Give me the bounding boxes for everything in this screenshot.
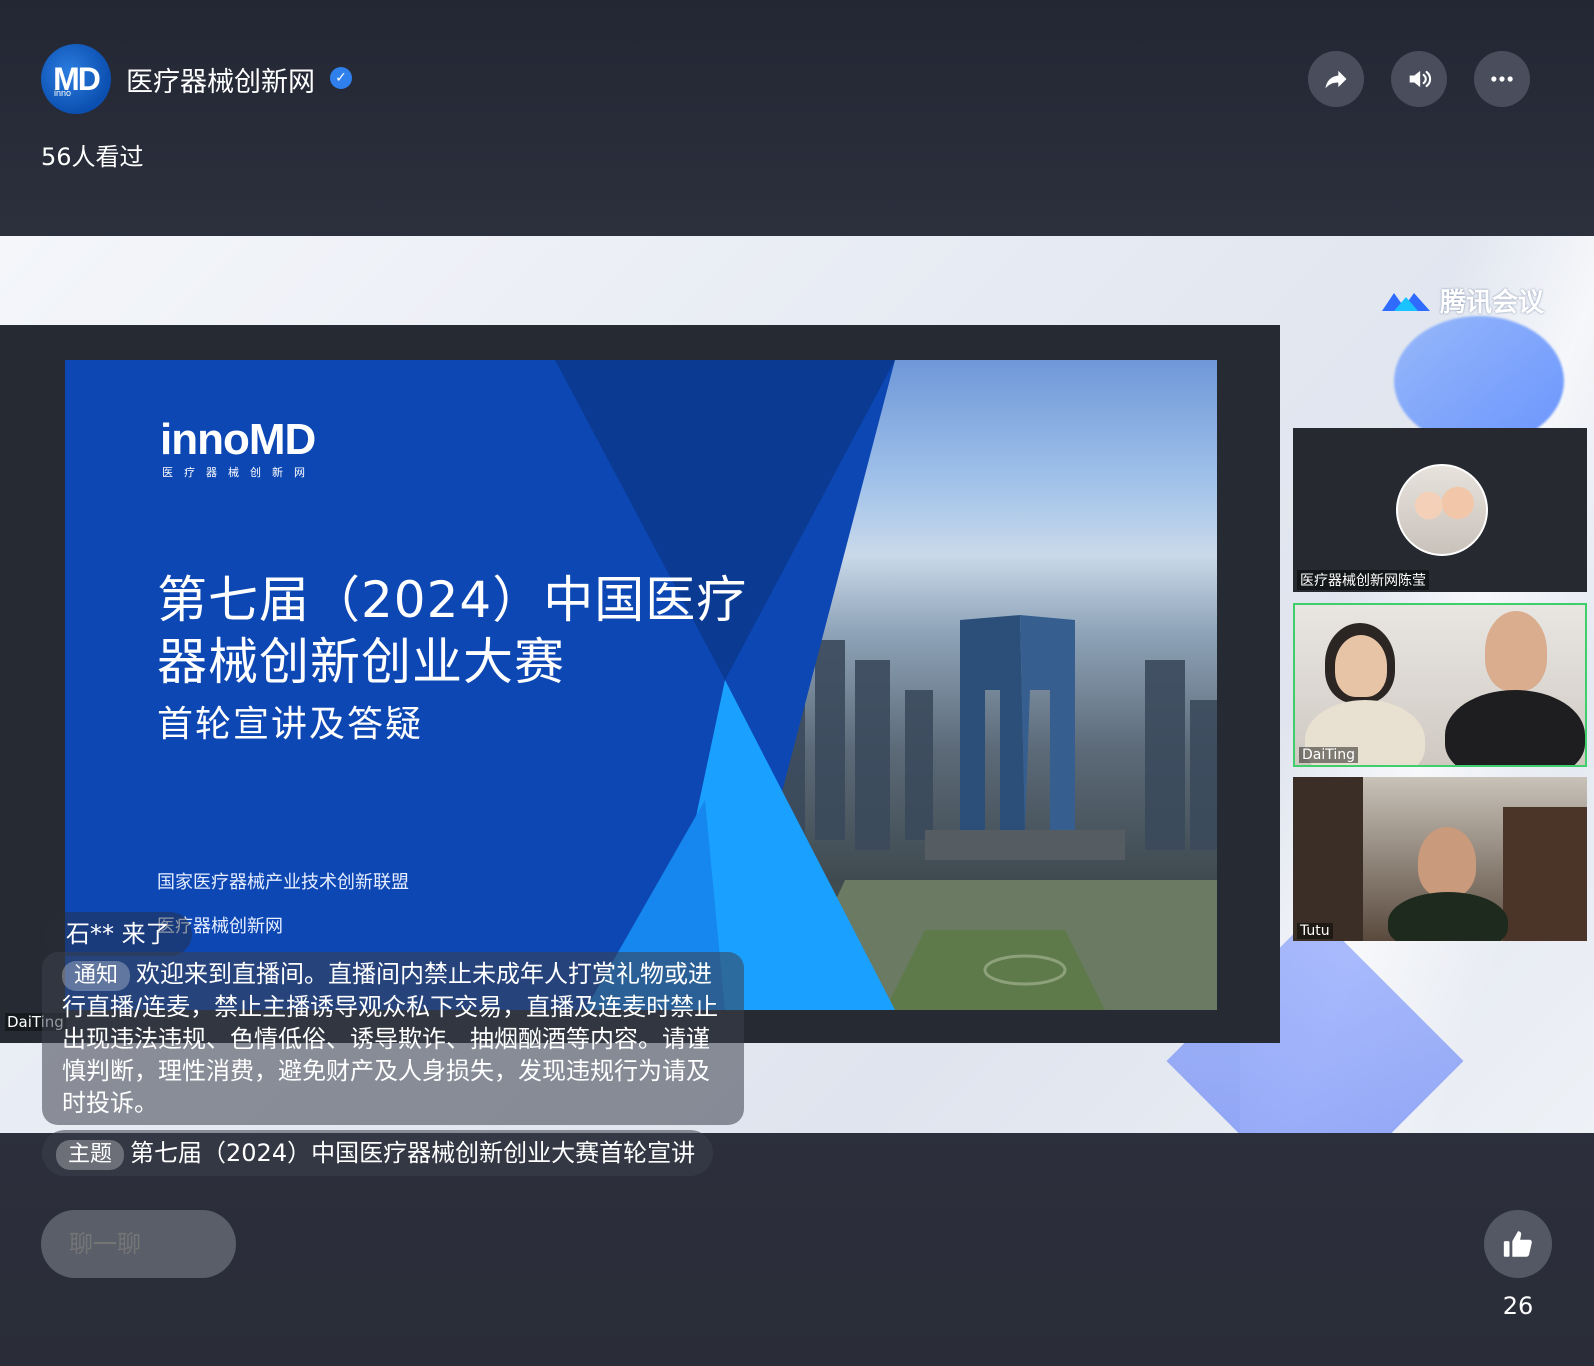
slide-subtitle: 首轮宣讲及答疑 (157, 704, 424, 745)
system-notice: 通知 欢迎来到直播间。直播间内禁止未成年人打赏礼物或进行直播/连麦，禁止主播诱导观… (42, 952, 744, 1125)
participant-tile[interactable]: Tutu (1293, 777, 1587, 941)
verified-icon: ✓ (330, 67, 352, 89)
participant-name: 医疗器械创新网陈莹 (1297, 570, 1429, 590)
participant-name: Tutu (1297, 923, 1333, 939)
more-button[interactable] (1474, 51, 1530, 107)
participant-video-person (1485, 611, 1547, 691)
viewer-count: 56人看过 (41, 143, 144, 171)
share-icon (1325, 70, 1347, 89)
avatar (1396, 464, 1488, 556)
background-decoration (1394, 316, 1564, 446)
more-icon (1491, 76, 1513, 82)
chat-input[interactable] (41, 1210, 236, 1278)
volume-button[interactable] (1391, 51, 1447, 107)
notice-tag: 通知 (62, 961, 131, 991)
slide-logo-sub: 医疗器械创新网 (162, 466, 316, 479)
tencent-meeting-logo-icon (1382, 292, 1430, 311)
channel-name[interactable]: 医疗器械创新网 (126, 60, 315, 99)
topic-text: 第七届（2024）中国医疗器械创新创业大赛首轮宣讲 (130, 1139, 696, 1167)
slide-organizer: 国家医疗器械产业技术创新联盟 (157, 872, 409, 893)
like-count: 26 (1502, 1292, 1534, 1320)
presentation-slide: innoMD 医疗器械创新网 第七届（2024）中国医疗 器械创新创业大赛 首轮… (65, 360, 1217, 1010)
participant-video-person (1335, 635, 1387, 697)
join-message: 石** 来了 (44, 912, 192, 956)
participant-tile-speaking[interactable]: DaiTing (1293, 603, 1587, 767)
slide-title-line2: 器械创新创业大赛 (157, 633, 565, 691)
watermark-text: 腾讯会议 (1440, 288, 1545, 318)
screen-share[interactable]: innoMD 医疗器械创新网 第七届（2024）中国医疗 器械创新创业大赛 首轮… (0, 325, 1280, 1043)
like-button[interactable] (1484, 1210, 1552, 1278)
participant-video-person (1445, 690, 1585, 765)
participant-tile[interactable]: 医疗器械创新网陈莹 (1293, 428, 1587, 592)
share-button[interactable] (1308, 51, 1364, 107)
slide-logo: innoMD (160, 415, 316, 464)
participant-video-person (1418, 827, 1476, 897)
participant-video-person (1293, 777, 1363, 941)
volume-icon (1409, 70, 1432, 88)
participant-video-person (1388, 892, 1508, 941)
tencent-meeting-watermark: 腾讯会议 (1378, 282, 1544, 319)
header: MD inno 医疗器械创新网 ✓ 56人看过 (0, 0, 1594, 236)
channel-avatar[interactable]: MD inno (41, 44, 111, 114)
thumbs-up-icon (1503, 1231, 1532, 1257)
participant-name: DaiTing (1299, 747, 1359, 763)
avatar-logo-sub: inno (54, 88, 72, 98)
participant-video-person (1503, 807, 1587, 941)
topic-tag: 主题 (56, 1140, 125, 1170)
notice-text: 欢迎来到直播间。直播间内禁止未成年人打赏礼物或进行直播/连麦，禁止主播诱导观众私… (62, 960, 719, 1117)
live-topic: 主题 第七届（2024）中国医疗器械创新创业大赛首轮宣讲 (42, 1130, 714, 1176)
